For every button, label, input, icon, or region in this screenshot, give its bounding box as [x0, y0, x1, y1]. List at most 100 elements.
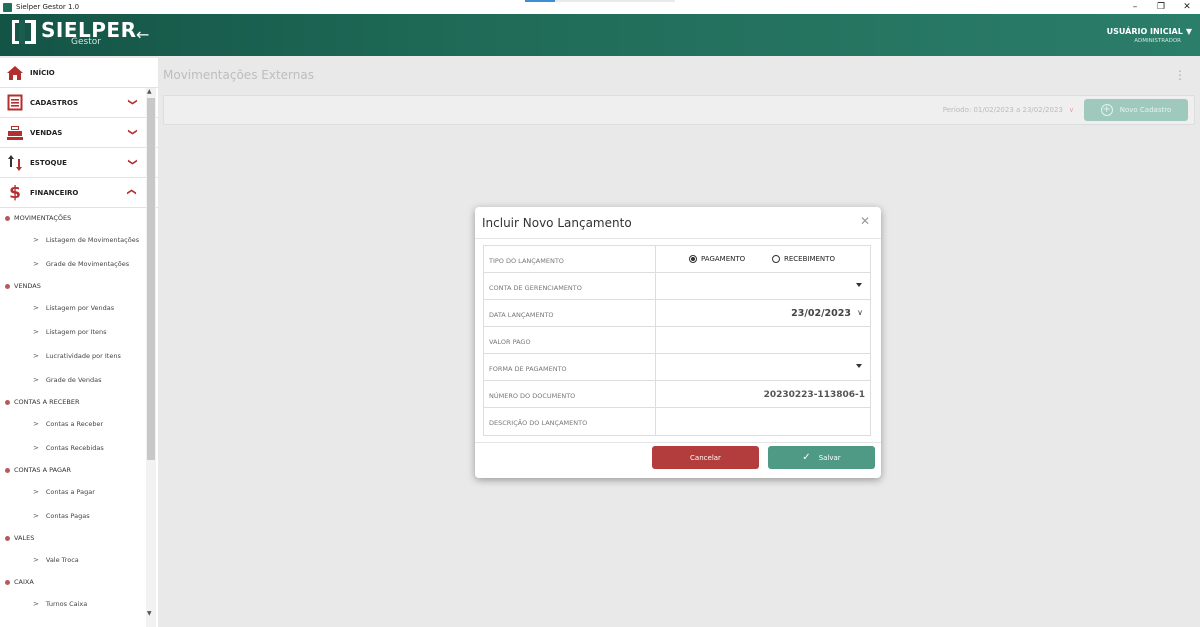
sort-arrows-icon — [4, 154, 26, 172]
subitem-label: Contas Recebidas — [45, 444, 104, 452]
sidebar-subitem[interactable]: > Grade de Movimentações — [0, 252, 158, 276]
section-label: CONTAS A PAGAR — [14, 466, 71, 474]
field-label: TIPO DO LANÇAMENTO — [484, 246, 656, 272]
sidebar-subitem[interactable]: > Listagem de Movimentações — [0, 228, 158, 252]
bullet-icon — [5, 579, 10, 585]
novo-cadastro-label: Novo Cadastro — [1119, 106, 1172, 114]
radio-pagamento[interactable]: PAGAMENTO — [689, 255, 745, 263]
dollar-icon: $ — [9, 182, 21, 203]
sidebar-item-label: CADASTROS — [30, 98, 78, 107]
form-row-numero: NÚMERO DO DOCUMENTO 20230223-113806-1 — [484, 381, 870, 408]
cancel-label: Cancelar — [690, 453, 721, 462]
sidebar-subitem[interactable]: > Contas Recebidas — [0, 436, 158, 460]
user-role: ADMINISTRADOR — [1134, 38, 1181, 44]
chevron-right-icon: > — [33, 488, 39, 496]
sidebar-item-financeiro[interactable]: $ FINANCEIRO ❯ — [0, 178, 158, 208]
sidebar-item-label: INÍCIO — [30, 68, 55, 77]
sidebar-subitem[interactable]: > Listagem por Itens — [0, 320, 158, 344]
sidebar-section-contas-pagar[interactable]: CONTAS A PAGAR — [0, 460, 158, 480]
logo-subtitle: Gestor — [71, 37, 101, 47]
sidebar-subitem[interactable]: > Turnos Caixa — [0, 592, 158, 616]
user-name: USUÁRIO INICIAL — [1106, 27, 1183, 36]
sidebar-scrollbar[interactable]: ▲ ▼ — [146, 88, 156, 627]
novo-lancamento-modal: Incluir Novo Lançamento ✕ TIPO DO LANÇAM… — [475, 207, 881, 478]
sidebar-subitem[interactable]: > Contas a Receber — [0, 412, 158, 436]
kebab-menu-icon[interactable]: ⋮ — [1174, 68, 1186, 82]
sidebar-subitem[interactable]: > Listagem por Vendas — [0, 296, 158, 320]
novo-cadastro-button[interactable]: + Novo Cadastro — [1084, 99, 1188, 121]
radio-label: PAGAMENTO — [701, 255, 746, 263]
restore-icon[interactable]: ❐ — [1148, 0, 1174, 14]
save-label: Salvar — [818, 453, 841, 462]
sidebar-section-vales[interactable]: VALES — [0, 528, 158, 548]
field-label: DATA LANÇAMENTO — [484, 300, 656, 326]
field-label: CONTA DE GERENCIAMENTO — [484, 273, 656, 299]
valor-pago-input[interactable] — [656, 327, 870, 353]
arrow-left-icon[interactable]: ← — [136, 25, 149, 44]
scrollbar-thumb[interactable] — [147, 98, 155, 460]
sidebar-item-label: VENDAS — [30, 128, 63, 137]
chevron-right-icon: > — [33, 376, 39, 384]
subitem-label: Contas Pagas — [45, 512, 90, 520]
sidebar-item-inicio[interactable]: INÍCIO — [0, 58, 158, 88]
form-row-forma: FORMA DE PAGAMENTO — [484, 354, 870, 381]
radio-checked-icon — [689, 255, 697, 263]
subitem-label: Grade de Vendas — [45, 376, 102, 384]
sidebar-section-caixa[interactable]: CAIXA — [0, 572, 158, 592]
numero-documento-input[interactable]: 20230223-113806-1 — [656, 381, 870, 407]
section-label: VALES — [14, 534, 35, 542]
divider — [475, 238, 881, 239]
field-label: NÚMERO DO DOCUMENTO — [484, 381, 656, 407]
bullet-icon — [5, 535, 10, 541]
descricao-input[interactable] — [656, 408, 870, 435]
bullet-icon — [5, 283, 10, 289]
save-button[interactable]: ✓ Salvar — [768, 446, 875, 469]
sidebar-subitem[interactable]: > Lucratividade por Itens — [0, 344, 158, 368]
cancel-button[interactable]: Cancelar — [652, 446, 759, 469]
field-label: VALOR PAGO — [484, 327, 656, 353]
sidebar-subitem[interactable]: > Contas a Pagar — [0, 480, 158, 504]
plus-circle-icon: + — [1100, 104, 1113, 116]
sidebar-section-vendas[interactable]: VENDAS — [0, 276, 158, 296]
caret-down-icon — [856, 364, 862, 368]
forma-pagamento-select[interactable] — [656, 354, 870, 380]
sidebar-subitem[interactable]: > Vale Troca — [0, 548, 158, 572]
radio-recebimento[interactable]: RECEBIMENTO — [772, 255, 835, 263]
scroll-down-icon[interactable]: ▼ — [147, 610, 152, 617]
lancamento-form: TIPO DO LANÇAMENTO PAGAMENTO RECEBIMENTO… — [483, 245, 871, 436]
section-label: VENDAS — [14, 282, 41, 290]
chevron-up-icon: ❯ — [126, 188, 137, 196]
document-icon — [4, 94, 26, 112]
subitem-label: Lucratividade por Itens — [45, 352, 121, 360]
data-lancamento-picker[interactable]: 23/02/2023 ∨ — [656, 300, 870, 326]
period-filter[interactable]: Período: 01/02/2023 a 23/02/2023 ∨ — [943, 106, 1074, 114]
bullet-icon — [5, 467, 10, 473]
chevron-right-icon: > — [33, 556, 39, 564]
bullet-icon — [5, 399, 10, 405]
scroll-up-icon[interactable]: ▲ — [147, 88, 152, 95]
caret-down-icon: ▼ — [1185, 27, 1192, 36]
minimize-icon[interactable]: – — [1122, 0, 1148, 14]
sidebar-section-movimentacoes[interactable]: MOVIMENTAÇÕES — [0, 208, 158, 228]
user-menu[interactable]: USUÁRIO INICIAL ▼ ADMINISTRADOR — [1107, 27, 1192, 44]
subitem-label: Turnos Caixa — [45, 600, 88, 608]
close-icon[interactable]: ✕ — [860, 214, 870, 228]
filter-toolbar: Período: 01/02/2023 a 23/02/2023 ∨ + Novo… — [163, 95, 1195, 125]
numero-value: 20230223-113806-1 — [763, 390, 865, 400]
chevron-down-icon: ∨ — [857, 308, 863, 317]
modal-title: Incluir Novo Lançamento — [482, 216, 632, 230]
sidebar-item-vendas[interactable]: VENDAS ❯ — [0, 118, 158, 148]
close-window-icon[interactable]: ✕ — [1174, 0, 1200, 14]
sidebar-item-estoque[interactable]: ESTOQUE ❯ — [0, 148, 158, 178]
sidebar-subitem[interactable]: > Contas Pagas — [0, 504, 158, 528]
sidebar-section-contas-receber[interactable]: CONTAS A RECEBER — [0, 392, 158, 412]
cash-register-icon — [4, 124, 26, 142]
chevron-right-icon: > — [33, 236, 39, 244]
sidebar-subitem[interactable]: > Grade de Vendas — [0, 368, 158, 392]
chevron-right-icon: > — [33, 260, 39, 268]
sidebar-item-cadastros[interactable]: CADASTROS ❯ — [0, 88, 158, 118]
conta-gerenciamento-select[interactable] — [656, 273, 870, 299]
chevron-right-icon: > — [33, 420, 39, 428]
loading-progress — [525, 0, 675, 2]
form-row-tipo: TIPO DO LANÇAMENTO PAGAMENTO RECEBIMENTO — [484, 246, 870, 273]
